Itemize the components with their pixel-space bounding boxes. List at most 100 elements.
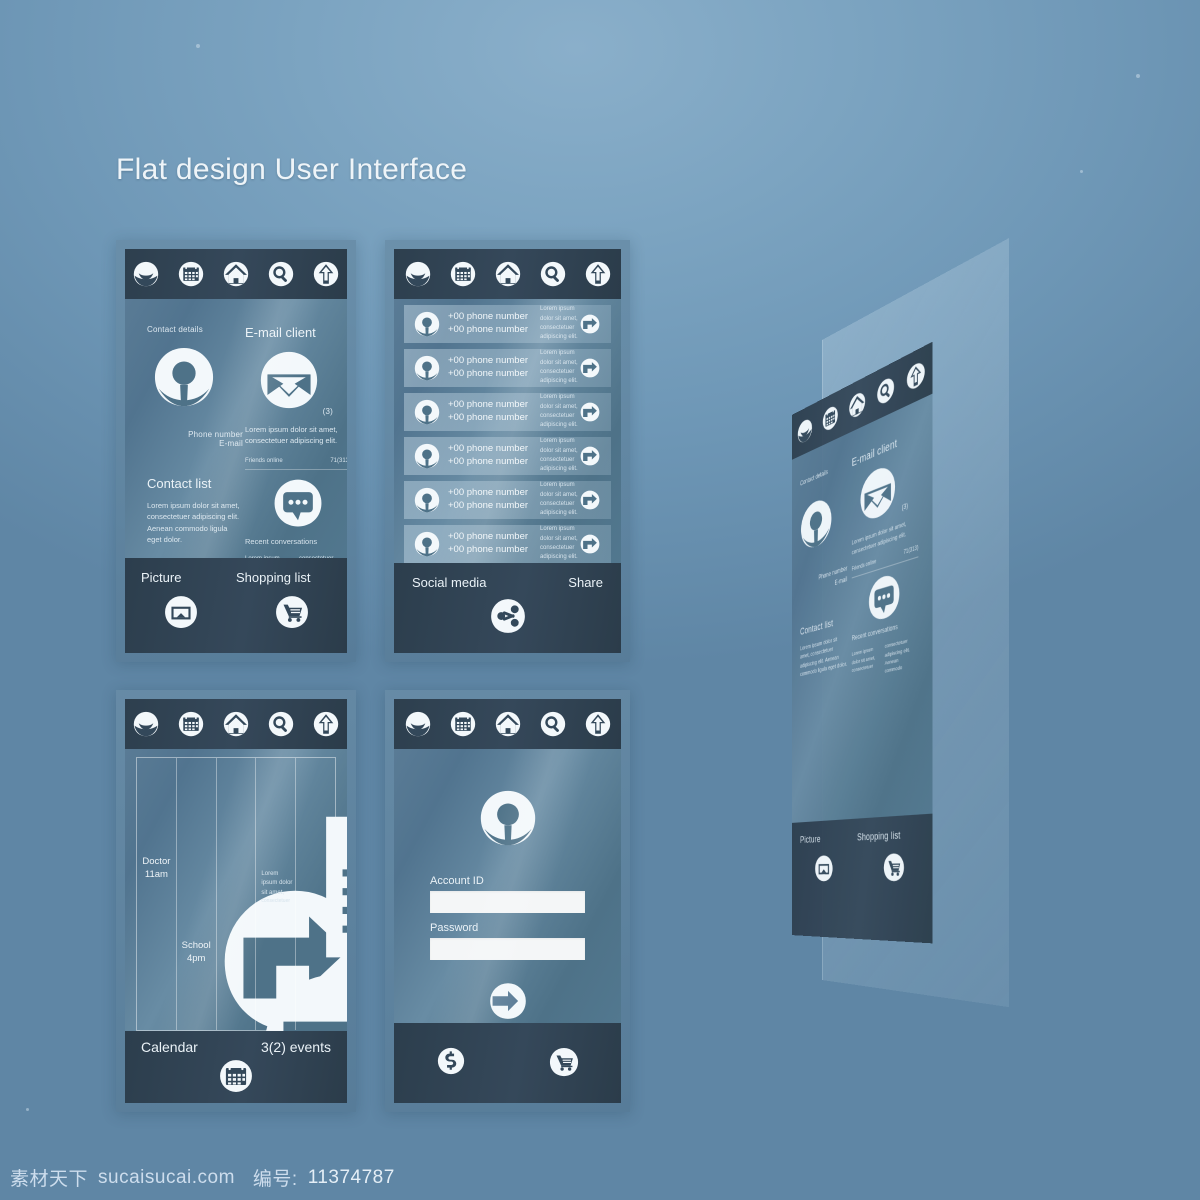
home-icon[interactable] [495,261,521,287]
background-speck [1136,74,1140,78]
home-icon[interactable] [495,711,521,737]
password-input[interactable] [430,938,585,960]
calendar-column[interactable] [296,758,335,1030]
contact-numbers: +00 phone number +00 phone number [448,443,534,469]
page-title: Flat design User Interface [116,153,467,187]
social-media-label: Social media [412,575,486,590]
calendar-note[interactable]: Lorem ipsum dolor sit amet, consectetuer [256,870,295,932]
document-icon[interactable] [223,812,249,842]
share-icon[interactable] [490,598,526,634]
search-icon[interactable] [540,261,566,287]
table-row[interactable]: +00 phone number +00 phone number Lorem ip… [404,393,611,431]
go-arrow-icon[interactable] [145,886,167,908]
shopping-cart-icon[interactable] [883,852,904,882]
contact-list-heading: Contact list [800,613,847,637]
panel2-screen: +00 phone number +00 phone number Lorem ip… [394,249,621,653]
picture-icon[interactable] [814,854,833,882]
calendar-icon[interactable] [178,261,204,287]
calendar-icon[interactable] [822,403,838,434]
table-row[interactable]: +00 phone number +00 phone number Lorem ip… [404,525,611,563]
search-icon[interactable] [268,711,294,737]
chat-bubble-icon[interactable] [273,478,323,528]
perspective-footer: Picture Shopping list [792,814,932,944]
panel-login[interactable]: Account ID Password [385,690,630,1112]
upload-arrow-icon[interactable] [906,358,925,393]
contact-numbers: +00 phone number +00 phone number [448,487,534,513]
go-arrow-icon[interactable] [580,534,600,554]
panel-calendar[interactable]: Doctor 11am School 4pm Lorem ipsum dolor… [116,690,356,1112]
calendar-icon[interactable] [450,261,476,287]
contact-numbers: +00 phone number +00 phone number [448,311,534,337]
account-id-input[interactable] [430,891,585,913]
event-title: School [177,940,216,953]
upload-arrow-icon[interactable] [585,711,611,737]
perspective-panel-screen[interactable]: Contact details Phone number E-mail Cont… [792,342,932,944]
go-arrow-icon[interactable] [580,490,600,510]
panel-contact-dashboard[interactable]: Contact details Phone number E-mail Cont… [116,240,356,662]
calendar-attachment[interactable] [217,812,256,842]
envelope-icon[interactable] [259,350,319,410]
home-icon[interactable] [849,389,866,421]
share-label: Share [568,575,603,590]
picture-label: Picture [792,832,857,846]
table-row[interactable]: +00 phone number +00 phone number Lorem ip… [404,305,611,343]
search-icon[interactable] [877,374,895,408]
go-arrow-icon[interactable] [305,916,327,938]
envelope-icon[interactable] [859,460,896,526]
upload-arrow-icon[interactable] [585,261,611,287]
go-arrow-icon[interactable] [580,358,600,378]
calendar-event-arrow[interactable] [296,916,335,938]
go-arrow-icon[interactable] [580,314,600,334]
go-arrow-icon[interactable] [185,970,207,992]
upload-arrow-icon[interactable] [313,711,339,737]
calendar-column[interactable]: Lorem ipsum dolor sit amet, consectetuer [256,758,296,1030]
panel1-right-column: E-mail client (3) Lorem ipsum dolor sit … [245,325,347,593]
go-arrow-icon[interactable] [580,402,600,422]
table-row[interactable]: +00 phone number +00 phone number Lorem ip… [404,349,611,387]
table-row[interactable]: +00 phone number +00 phone number Lorem ip… [404,437,611,475]
contact-icon[interactable] [133,711,159,737]
shopping-cart-icon[interactable] [549,1047,579,1077]
calendar-icon[interactable] [219,1059,253,1093]
contact-icon[interactable] [405,261,431,287]
friends-online-count: 71(313) [330,457,347,466]
panel2-navbar [394,249,621,299]
login-arrow-icon[interactable] [489,982,527,1020]
home-icon[interactable] [223,261,249,287]
phone-number-line: +00 phone number [448,399,534,412]
user-avatar-icon[interactable] [800,493,832,554]
calendar-icon[interactable] [178,711,204,737]
user-avatar-icon[interactable] [153,346,215,408]
phone-number-line: +00 phone number [448,487,534,500]
phone-number-line: +00 phone number [448,443,534,456]
picture-icon[interactable] [164,595,198,629]
contact-icon[interactable] [133,261,159,287]
calendar-event[interactable]: School 4pm [177,940,216,992]
contact-icon[interactable] [405,711,431,737]
panel1-screen: Contact details Phone number E-mail Cont… [125,249,347,653]
user-avatar-icon [414,399,440,425]
contact-numbers: +00 phone number +00 phone number [448,399,534,425]
calendar-column[interactable]: Doctor 11am [137,758,177,1030]
shopping-cart-icon[interactable] [275,595,309,629]
recent-conversations-label: Recent conversations [245,536,347,548]
dollar-icon[interactable] [437,1047,465,1075]
panel-contact-list[interactable]: +00 phone number +00 phone number Lorem ip… [385,240,630,662]
panel4-navbar [394,699,621,749]
background-speck [26,1108,29,1111]
home-icon[interactable] [223,711,249,737]
go-arrow-icon[interactable] [263,910,285,932]
calendar-icon[interactable] [450,711,476,737]
table-row[interactable]: +00 phone number +00 phone number Lorem ip… [404,481,611,519]
contact-icon[interactable] [797,416,812,446]
friends-online-label: Friends online [245,457,283,466]
calendar-event[interactable]: Doctor 11am [137,856,176,908]
search-icon[interactable] [540,711,566,737]
calendar-column[interactable]: School 4pm [177,758,217,1030]
calendar-column[interactable] [217,758,257,1030]
chat-bubble-icon[interactable] [868,570,900,624]
go-arrow-icon[interactable] [580,446,600,466]
user-avatar-icon [414,487,440,513]
upload-arrow-icon[interactable] [313,261,339,287]
search-icon[interactable] [268,261,294,287]
